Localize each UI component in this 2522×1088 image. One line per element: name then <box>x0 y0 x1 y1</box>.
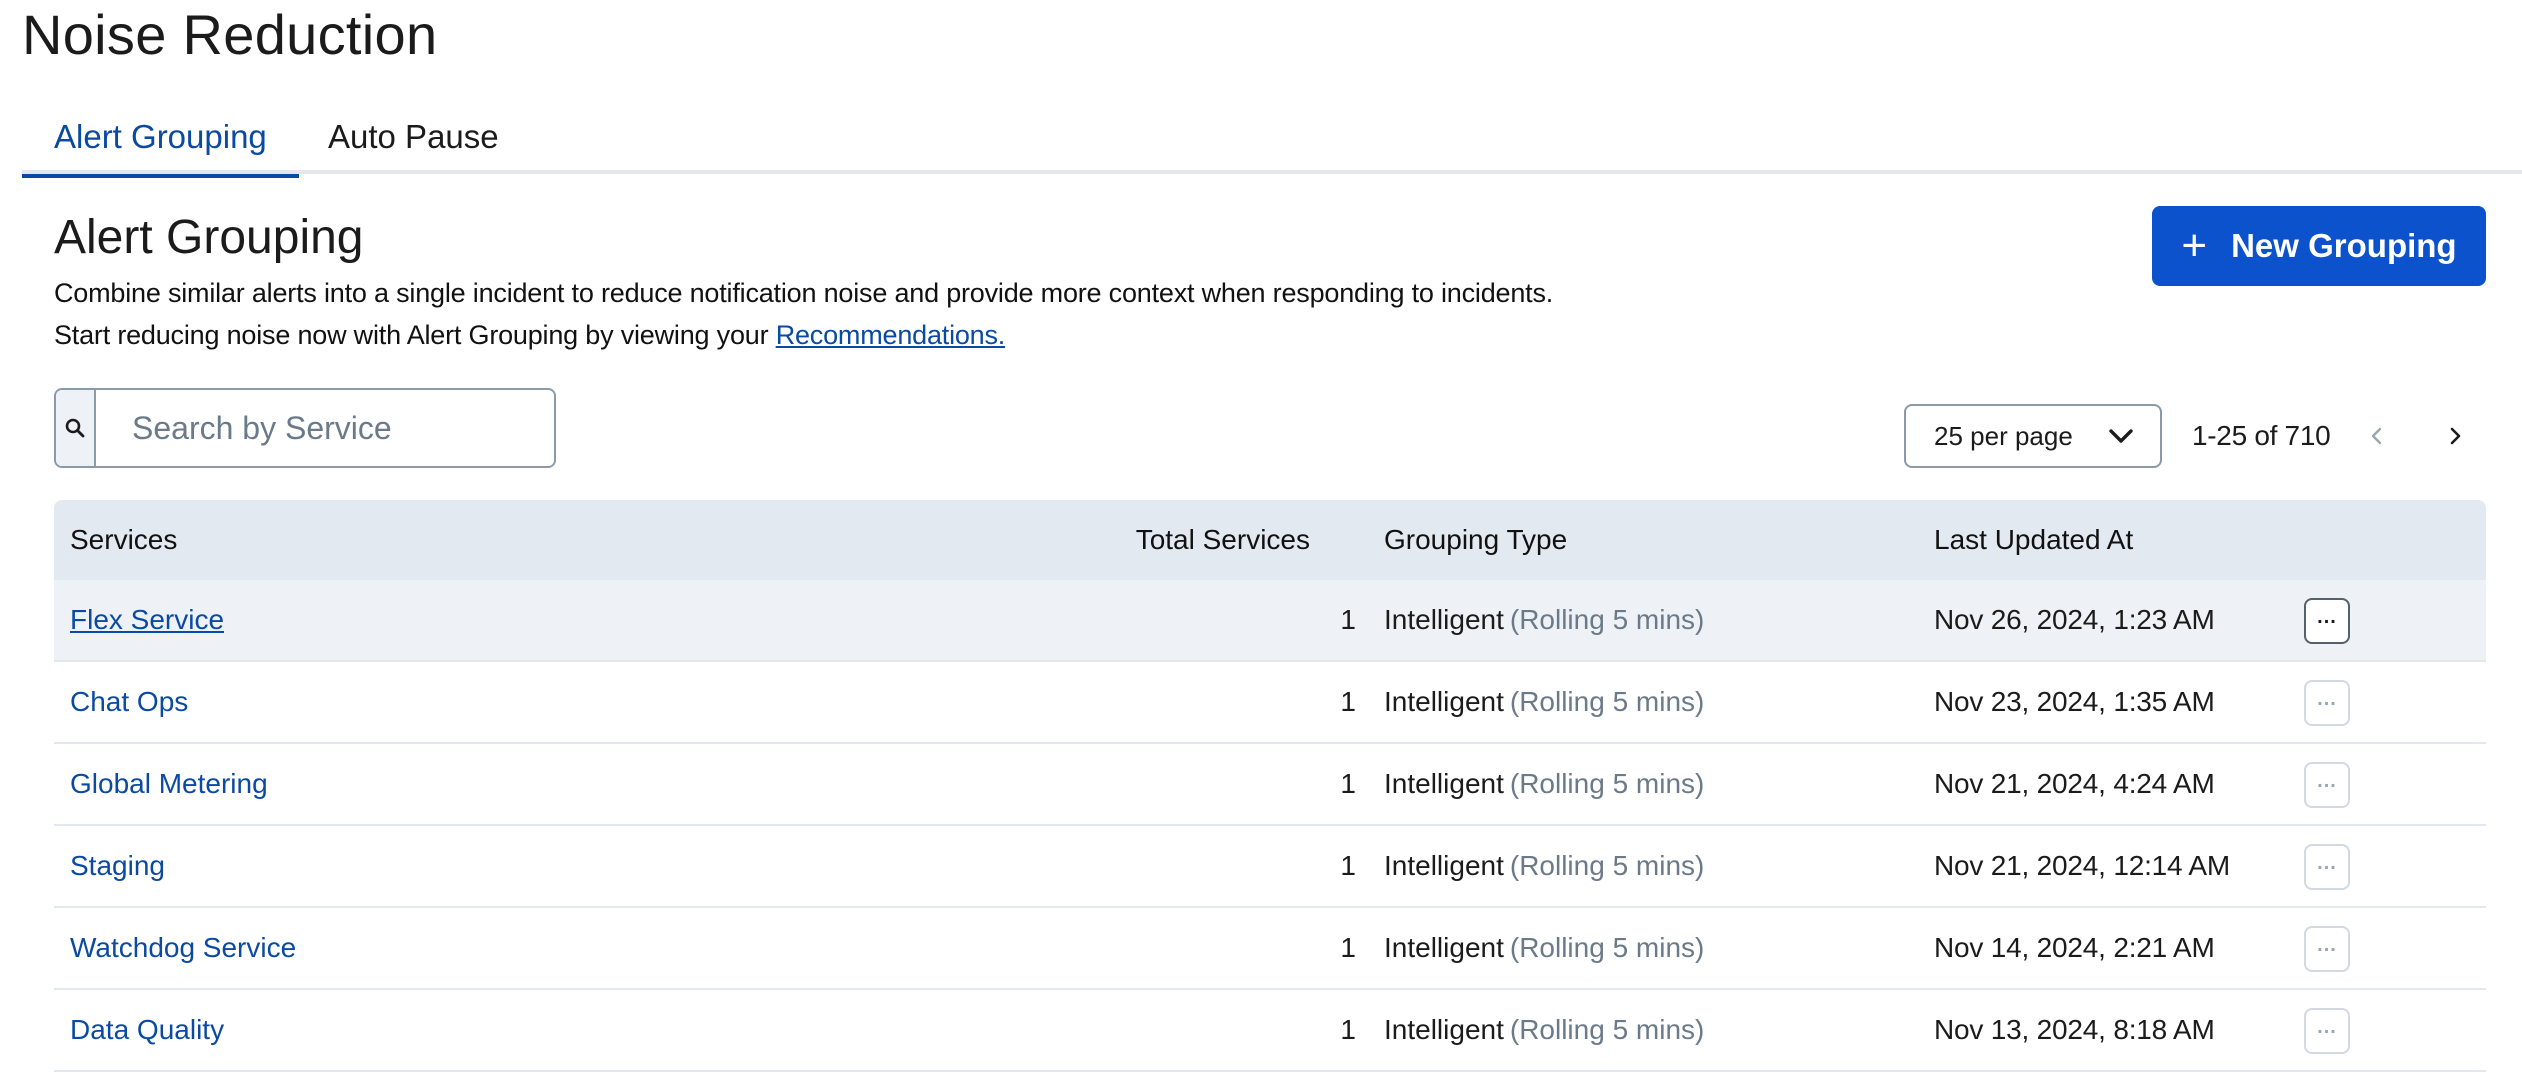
grouping-type-detail: (Rolling 5 mins) <box>1509 604 1705 635</box>
header-total-services: Total Services <box>1135 524 1310 555</box>
section-title: Alert Grouping <box>54 211 364 264</box>
last-updated-cell: Nov 14, 2024, 2:21 AM <box>1934 932 2215 963</box>
grouping-type-cell: Intelligent (Rolling 5 mins) <box>1384 908 1704 988</box>
grouping-type-cell: Intelligent (Rolling 5 mins) <box>1384 580 1704 660</box>
row-actions-button[interactable]: ... <box>2304 926 2350 972</box>
header-services: Services <box>70 524 178 555</box>
grouping-type: Intelligent <box>1384 850 1504 881</box>
more-horizontal-icon: ... <box>2317 852 2337 874</box>
total-services-cell: 1 <box>1340 604 1356 635</box>
row-actions-button[interactable]: ... <box>2304 1008 2350 1054</box>
grouping-type-detail: (Rolling 5 mins) <box>1509 768 1705 799</box>
grouping-table: Services Total Services Grouping Type La… <box>54 500 2486 1072</box>
grouping-type: Intelligent <box>1384 686 1504 717</box>
more-horizontal-icon: ... <box>2317 1016 2337 1038</box>
service-link[interactable]: Data Quality <box>70 1014 224 1046</box>
per-page-label: 25 per page <box>1934 420 2073 451</box>
grouping-type: Intelligent <box>1384 1014 1504 1045</box>
grouping-type: Intelligent <box>1384 768 1504 799</box>
new-grouping-button[interactable]: + New Grouping <box>2152 206 2486 286</box>
search-icon <box>56 390 96 466</box>
total-services-cell: 1 <box>1340 1014 1356 1045</box>
row-actions-button[interactable]: ... <box>2304 844 2350 890</box>
more-horizontal-icon: ... <box>2317 606 2337 628</box>
search-input[interactable] <box>96 390 554 466</box>
service-link[interactable]: Watchdog Service <box>70 932 296 964</box>
new-grouping-label: New Grouping <box>2231 227 2457 264</box>
total-services-cell: 1 <box>1340 850 1356 881</box>
chevron-right-icon[interactable] <box>2438 418 2474 454</box>
table-row: Chat Ops 1 Intelligent (Rolling 5 mins) N… <box>54 662 2486 744</box>
grouping-type-detail: (Rolling 5 mins) <box>1509 686 1705 717</box>
recommendations-link[interactable]: Recommendations. <box>776 320 1006 350</box>
total-services-cell: 1 <box>1340 932 1356 963</box>
pagination-range: 1-25 of 710 <box>2192 420 2331 451</box>
grouping-type-detail: (Rolling 5 mins) <box>1509 1014 1705 1045</box>
table-row: Watchdog Service 1 Intelligent (Rolling 5… <box>54 908 2486 990</box>
grouping-type-cell: Intelligent (Rolling 5 mins) <box>1384 990 1704 1070</box>
service-link[interactable]: Global Metering <box>70 768 268 800</box>
last-updated-cell: Nov 21, 2024, 4:24 AM <box>1934 768 2215 799</box>
tab-alert-grouping[interactable]: Alert Grouping <box>22 100 299 178</box>
total-services-cell: 1 <box>1340 768 1356 799</box>
tab-bar: Alert Grouping Auto Pause <box>22 100 2522 178</box>
chevron-down-icon <box>2109 429 2133 443</box>
more-horizontal-icon: ... <box>2317 688 2337 710</box>
grouping-type: Intelligent <box>1384 932 1504 963</box>
service-link[interactable]: Flex Service <box>70 604 224 636</box>
row-actions-button[interactable]: ... <box>2304 762 2350 808</box>
service-link[interactable]: Staging <box>70 850 165 882</box>
total-services-cell: 1 <box>1340 686 1356 717</box>
last-updated-cell: Nov 23, 2024, 1:35 AM <box>1934 686 2215 717</box>
table-row: Staging 1 Intelligent (Rolling 5 mins) No… <box>54 826 2486 908</box>
grouping-type-cell: Intelligent (Rolling 5 mins) <box>1384 826 1704 906</box>
table-row: Global Metering 1 Intelligent (Rolling 5 … <box>54 744 2486 826</box>
header-grouping-type: Grouping Type <box>1384 524 1568 555</box>
recommendations-text: Start reducing noise now with Alert Grou… <box>54 320 1005 351</box>
chevron-left-icon[interactable] <box>2358 418 2394 454</box>
table-row: Flex Service 1 Intelligent (Rolling 5 min… <box>54 580 2486 662</box>
search-box <box>54 388 556 468</box>
grouping-type: Intelligent <box>1384 604 1504 635</box>
more-horizontal-icon: ... <box>2317 934 2337 956</box>
last-updated-cell: Nov 26, 2024, 1:23 AM <box>1934 604 2215 635</box>
last-updated-cell: Nov 13, 2024, 8:18 AM <box>1934 1014 2215 1045</box>
row-actions-button[interactable]: ... <box>2304 598 2350 644</box>
grouping-type-detail: (Rolling 5 mins) <box>1509 932 1705 963</box>
plus-icon: + <box>2181 221 2208 270</box>
recommendations-prefix: Start reducing noise now with Alert Grou… <box>54 320 776 350</box>
header-last-updated: Last Updated At <box>1934 524 2134 555</box>
table-header: Services Total Services Grouping Type La… <box>54 500 2486 580</box>
grouping-type-cell: Intelligent (Rolling 5 mins) <box>1384 662 1704 742</box>
per-page-select[interactable]: 25 per page <box>1904 404 2162 468</box>
row-actions-button[interactable]: ... <box>2304 680 2350 726</box>
tab-auto-pause[interactable]: Auto Pause <box>328 100 499 174</box>
table-row: Data Quality 1 Intelligent (Rolling 5 min… <box>54 990 2486 1072</box>
grouping-type-detail: (Rolling 5 mins) <box>1509 850 1705 881</box>
service-link[interactable]: Chat Ops <box>70 686 188 718</box>
more-horizontal-icon: ... <box>2317 770 2337 792</box>
page-title: Noise Reduction <box>22 3 438 66</box>
last-updated-cell: Nov 21, 2024, 12:14 AM <box>1934 850 2231 881</box>
section-description: Combine similar alerts into a single inc… <box>54 278 1554 308</box>
grouping-type-cell: Intelligent (Rolling 5 mins) <box>1384 744 1704 824</box>
